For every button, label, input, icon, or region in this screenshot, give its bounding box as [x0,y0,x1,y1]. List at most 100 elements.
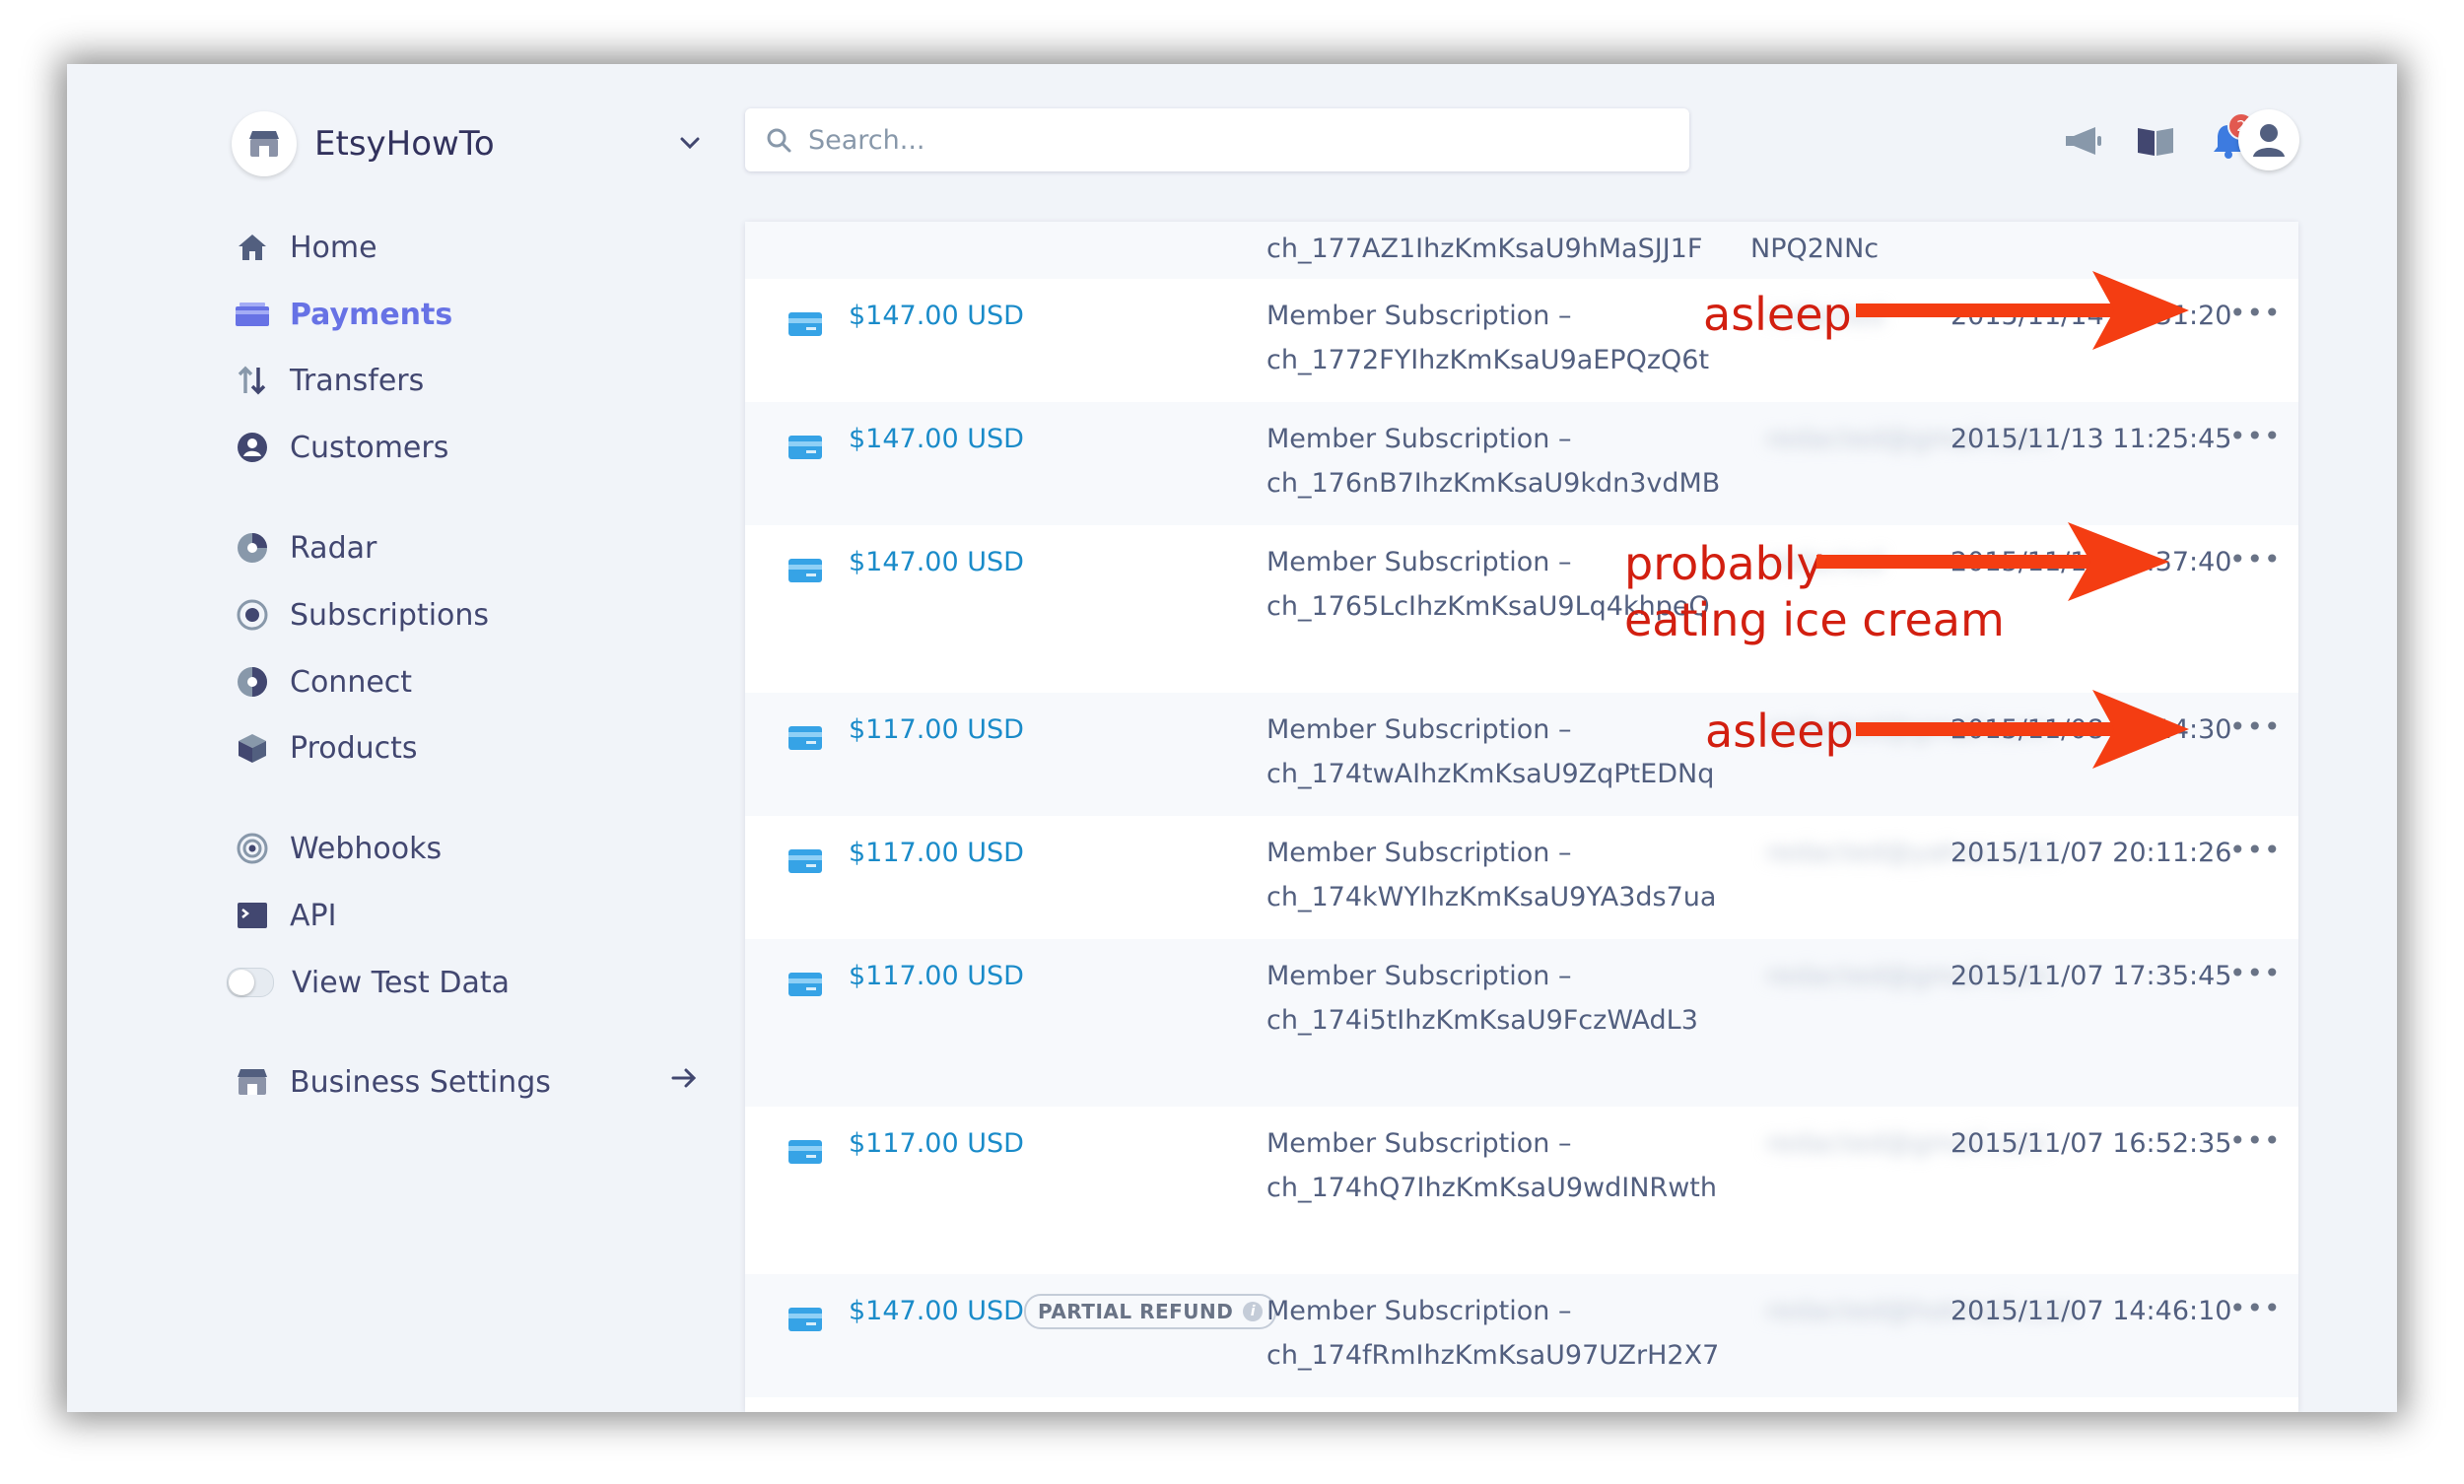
payment-description: Member Subscription – [1266,714,1572,745]
sidebar-item-label: Transfers [290,363,425,398]
sidebar-item-label: Business Settings [290,1064,551,1100]
radar-icon [235,530,270,566]
sidebar-item-radar[interactable]: Radar [235,528,376,568]
table-row[interactable]: $117.00 USD Member Subscription – ch_174… [745,1107,2298,1274]
credit-card-icon [788,312,822,336]
sidebar-item-webhooks[interactable]: Webhooks [235,829,442,868]
credit-card-icon [788,849,822,873]
annotation-arrow-icon [1856,271,2189,350]
more-actions-icon[interactable]: ••• [2229,297,2282,329]
more-actions-icon[interactable]: ••• [2229,1292,2282,1324]
annotation-probably: probably [1624,537,1823,590]
payment-amount[interactable]: $117.00 USD [849,961,1024,991]
partial-refund-badge: PARTIAL REFUND i [1024,1294,1277,1329]
credit-card-icon [788,973,822,996]
sidebar-item-transfers[interactable]: Transfers [235,361,424,400]
payment-amount[interactable]: $117.00 USD [849,838,1024,868]
search-bar[interactable] [745,108,1689,171]
account-name: EtsyHowTo [314,124,495,164]
products-icon [235,730,270,766]
payment-description: Member Subscription – [1266,547,1572,577]
megaphone-icon[interactable] [2060,118,2105,164]
sidebar-item-label: Subscriptions [290,597,490,633]
sidebar-item-customers[interactable]: Customers [235,428,448,467]
sidebar-item-subscriptions[interactable]: Subscriptions [235,595,489,635]
sidebar-item-label: Webhooks [290,831,443,866]
sidebar-item-label: Products [290,730,418,766]
sidebar-item-label: Home [290,230,377,265]
charge-id: ch_174twAIhzKmKsaU9ZqPtEDNq [1266,759,1715,789]
arrow-right-icon[interactable] [670,1065,698,1095]
webhooks-icon [235,831,270,866]
home-icon [235,230,270,265]
more-actions-icon[interactable]: ••• [2229,420,2282,452]
info-icon[interactable]: i [1243,1302,1264,1321]
sidebar-item-business-settings[interactable]: Business Settings [235,1062,551,1102]
table-row[interactable]: $147.00 USD Member Subscription – ch_176… [745,402,2298,525]
annotation-eating-ice-cream: eating ice cream [1624,593,2005,646]
search-input[interactable] [806,123,1658,157]
table-row[interactable]: $117.00 USD Member Subscription – ch_174… [745,816,2298,939]
credit-card-icon [788,726,822,750]
badge-label: PARTIAL REFUND [1038,1300,1234,1323]
more-actions-icon[interactable]: ••• [2229,957,2282,989]
sidebar-item-label: API [290,898,337,933]
charge-id: ch_176nB7IhzKmKsaU9kdn3vdMB [1266,468,1721,499]
payment-amount[interactable]: $147.00 USD [849,1296,1024,1326]
payment-description: Member Subscription – [1266,301,1572,331]
sidebar-item-payments[interactable]: Payments [235,295,452,334]
table-row[interactable]: $147.00 USD PARTIAL REFUND i Member Subs… [745,1274,2298,1397]
payment-amount[interactable]: $147.00 USD [849,424,1024,454]
sidebar-item-label: Radar [290,530,377,566]
sidebar-item-view-test-data[interactable]: View Test Data [227,963,510,1002]
payment-date: 2015/11/13 11:25:45 [1951,424,2232,454]
test-data-toggle[interactable] [227,968,274,997]
payment-amount[interactable]: $147.00 USD [849,301,1024,331]
payment-description: Member Subscription – [1266,838,1572,868]
book-icon[interactable] [2133,118,2178,164]
more-actions-icon[interactable]: ••• [2229,834,2282,866]
sidebar-item-label: Connect [290,664,413,700]
sidebar-item-label: View Test Data [292,965,510,1000]
payment-date: 2015/11/07 14:46:10 [1951,1296,2232,1326]
subscriptions-icon [235,597,270,633]
charge-id: ch_174hQ7IhzKmKsaU9wdINRwth [1266,1173,1717,1203]
user-avatar[interactable] [2238,109,2299,170]
more-actions-icon[interactable]: ••• [2229,1124,2282,1157]
charge-id: ch_177AZ1IhzKmKsaU9hMaSJJ1F [1266,234,1703,264]
sidebar-item-home[interactable]: Home [235,228,377,267]
payment-amount[interactable]: $117.00 USD [849,1128,1024,1159]
payment-amount[interactable]: $117.00 USD [849,714,1024,745]
sidebar-item-connect[interactable]: Connect [235,662,412,702]
charge-id: ch_1772FYIhzKmKsaU9aEPQzQ6t [1266,345,1710,375]
app-window: EtsyHowTo 2 Home Payments Transfers Cust… [67,64,2397,1412]
payment-amount[interactable]: $147.00 USD [849,547,1024,577]
payment-description: Member Subscription – [1266,1296,1572,1326]
payment-date: 2015/11/07 17:35:45 [1951,961,2232,991]
annotation-arrow-icon [1856,690,2189,769]
api-terminal-icon [235,898,270,933]
account-switcher[interactable]: EtsyHowTo [232,110,703,177]
sidebar-item-label: Customers [290,430,449,465]
annotation-asleep-2: asleep [1705,705,1854,758]
sidebar-item-label: Payments [290,297,453,332]
annotation-asleep-1: asleep [1703,288,1852,341]
charge-id: ch_174kWYIhzKmKsaU9YA3ds7ua [1266,882,1717,912]
credit-card-icon [788,559,822,582]
payments-table: ch_177AZ1IhzKmKsaU9hMaSJJ1F NPQ2NNc $147… [745,222,2298,1412]
table-row[interactable]: $117.00 USD Member Subscription – ch_174… [745,939,2298,1107]
store-logo-icon [232,111,297,176]
payment-date: 2015/11/07 20:11:26 [1951,838,2232,868]
charge-id: ch_174fRmIhzKmKsaU97UZrH2X7 [1266,1340,1720,1371]
chevron-down-icon[interactable] [677,130,703,160]
store-icon [235,1064,270,1100]
more-actions-icon[interactable]: ••• [2229,710,2282,743]
payment-description: Member Subscription – [1266,961,1572,991]
sidebar-item-api[interactable]: API [235,896,336,935]
sidebar-item-products[interactable]: Products [235,728,418,768]
charge-id: ch_174i5tIhzKmKsaU9FczWAdL3 [1266,1005,1698,1036]
more-actions-icon[interactable]: ••• [2229,543,2282,575]
annotation-arrow-icon [1816,522,2169,601]
connect-icon [235,664,270,700]
search-icon [765,126,792,154]
